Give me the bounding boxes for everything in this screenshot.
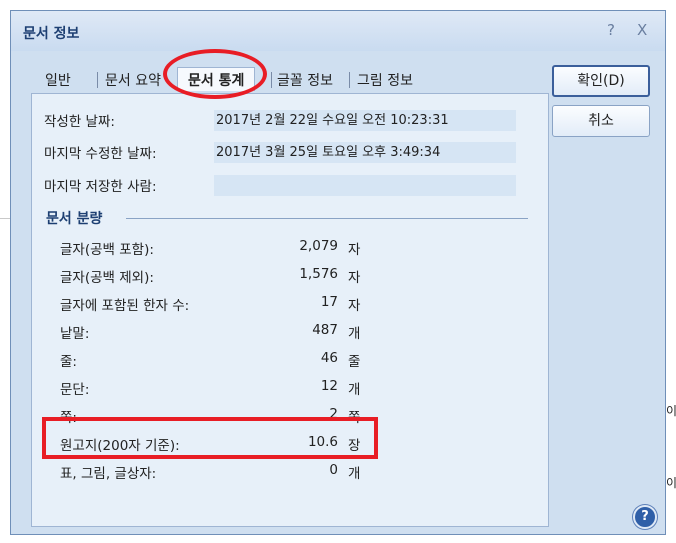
background-text-fragment: 이 (666, 476, 676, 490)
modified-value: 2017년 3월 25일 토요일 오후 3:49:34 (214, 142, 516, 163)
created-value: 2017년 2월 22일 수요일 오전 10:23:31 (214, 110, 516, 131)
cancel-button[interactable]: 취소 (552, 105, 650, 137)
tab-separator (97, 72, 98, 88)
stat-value-lines: 46 (320, 350, 338, 366)
stat-value-objects: 0 (329, 462, 338, 478)
stat-unit: 장 (348, 438, 361, 454)
tab-separator (349, 72, 350, 88)
tab-font-info[interactable]: 글꼴 정보 (277, 70, 333, 90)
modified-label: 마지막 수정한 날짜: (44, 146, 157, 162)
stat-unit: 개 (348, 382, 361, 398)
stat-unit: 줄 (348, 354, 361, 370)
section-divider (126, 218, 528, 219)
stat-label-words: 낱말: (60, 326, 90, 342)
stat-label-pages: 쪽: (60, 410, 77, 426)
background-rule (0, 218, 10, 219)
document-info-dialog: 문서 정보 ? X 일반 문서 요약 문서 통계 글꼴 정보 그림 정보 작성한… (10, 10, 666, 535)
stat-label-hanja-count: 글자에 포함된 한자 수: (60, 298, 190, 314)
stat-value-words: 487 (312, 322, 338, 338)
tab-statistics[interactable]: 문서 통계 (177, 67, 256, 91)
stat-label-paragraphs: 문단: (60, 382, 90, 398)
stat-value-hanja-count: 17 (320, 294, 338, 310)
help-button-icon[interactable]: ? (633, 505, 657, 529)
tab-separator (271, 72, 272, 88)
stat-value-pages: 2 (329, 406, 338, 422)
title-bar: 문서 정보 ? X (11, 11, 665, 51)
stat-unit: 자 (348, 298, 361, 314)
help-icon[interactable]: ? (607, 21, 615, 39)
saved-by-label: 마지막 저장한 사람: (44, 179, 157, 195)
statistics-panel: 작성한 날짜: 2017년 2월 22일 수요일 오전 10:23:31 마지막… (31, 93, 549, 527)
section-title: 문서 분량 (46, 211, 103, 227)
stat-label-lines: 줄: (60, 354, 77, 370)
ok-button[interactable]: 확인(D) (552, 65, 650, 97)
tab-general[interactable]: 일반 (45, 70, 71, 90)
dialog-title: 문서 정보 (23, 26, 80, 42)
stat-value-chars-without-spaces: 1,576 (299, 266, 338, 282)
stat-label-chars-with-spaces: 글자(공백 포함): (60, 242, 154, 258)
created-label: 작성한 날짜: (44, 114, 115, 130)
stat-unit: 개 (348, 326, 361, 342)
stat-value-manuscript-pages: 10.6 (307, 434, 338, 450)
stat-value-chars-with-spaces: 2,079 (299, 238, 338, 254)
tab-summary[interactable]: 문서 요약 (105, 70, 161, 90)
stat-label-chars-without-spaces: 글자(공백 제외): (60, 270, 154, 286)
stat-label-manuscript-pages: 원고지(200자 기준): (60, 438, 180, 454)
stat-unit: 자 (348, 270, 361, 286)
saved-by-value (214, 175, 516, 196)
tab-picture-info[interactable]: 그림 정보 (357, 70, 413, 90)
stat-label-objects: 표, 그림, 글상자: (60, 466, 157, 482)
close-icon[interactable]: X (637, 21, 647, 39)
stat-unit: 개 (348, 466, 361, 482)
stat-unit: 쪽 (348, 410, 361, 426)
stat-value-paragraphs: 12 (320, 378, 338, 394)
tab-bar: 일반 문서 요약 문서 통계 글꼴 정보 그림 정보 (31, 65, 551, 93)
background-text-fragment: 이 (666, 404, 676, 418)
stat-unit: 자 (348, 242, 361, 258)
